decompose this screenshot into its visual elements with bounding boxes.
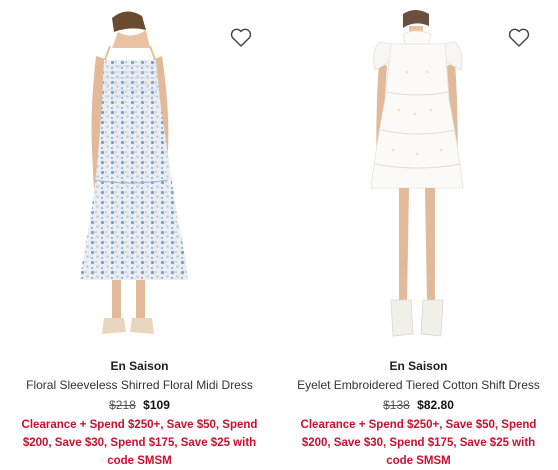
sale-price: $82.80 [417,398,454,412]
promo-text: Clearance + Spend $250+, Save $50, Spend… [21,419,258,467]
product-card[interactable]: En Saison Floral Sleeveless Shirred Flor… [0,0,279,470]
product-prices: $138 $82.80 [287,396,550,414]
product-card[interactable]: En Saison Eyelet Embroidered Tiered Cott… [279,0,558,470]
product-title[interactable]: Eyelet Embroidered Tiered Cotton Shift D… [287,376,550,394]
favorite-heart-icon[interactable] [506,24,532,50]
product-info: En Saison Floral Sleeveless Shirred Flor… [8,357,271,470]
original-price: $218 [109,398,136,412]
favorite-heart-icon[interactable] [228,24,254,50]
product-info: En Saison Eyelet Embroidered Tiered Cott… [287,357,550,470]
original-price: $138 [383,398,410,412]
promo-text: Clearance + Spend $250+, Save $50, Spend… [300,419,537,467]
product-title[interactable]: Floral Sleeveless Shirred Floral Midi Dr… [8,376,271,394]
product-image-white-shift-dress[interactable] [279,0,558,350]
sale-price: $109 [143,398,170,412]
product-brand: En Saison [110,359,169,373]
product-brand: En Saison [389,359,448,373]
product-grid: En Saison Floral Sleeveless Shirred Flor… [0,0,558,470]
product-prices: $218 $109 [8,396,271,414]
product-image-floral-midi-dress[interactable] [0,0,279,350]
